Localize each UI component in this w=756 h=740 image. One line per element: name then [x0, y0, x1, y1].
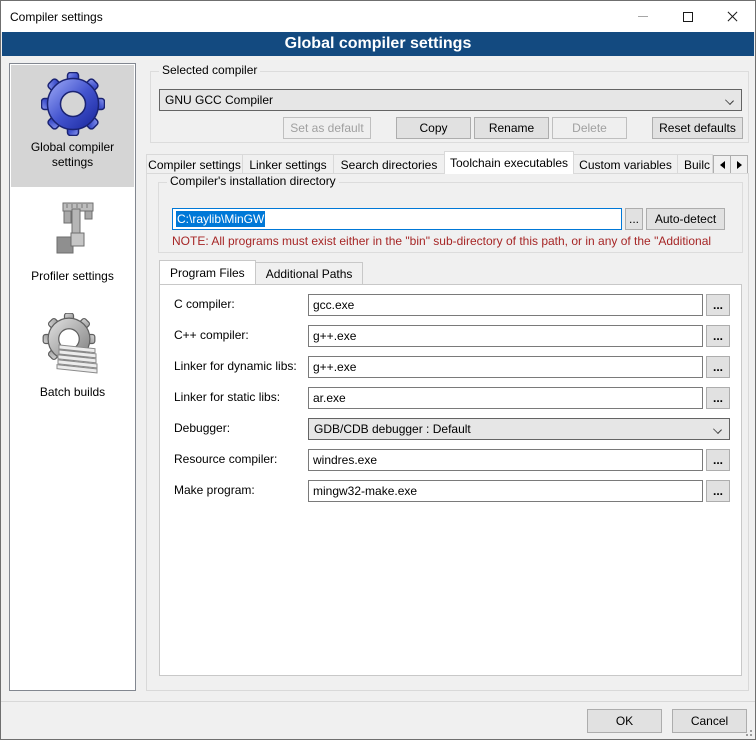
set-as-default-button[interactable]: Set as default — [283, 117, 371, 139]
gray-gear-stack-icon — [11, 301, 134, 377]
make-program-browse-button[interactable]: ... — [706, 480, 730, 502]
window-title: Compiler settings — [1, 10, 103, 24]
selected-compiler-group: Selected compiler GNU GCC Compiler Set a… — [150, 71, 749, 143]
close-button[interactable] — [710, 1, 755, 32]
field-row-linker-dynamic: Linker for dynamic libs: ... — [160, 356, 743, 378]
field-row-linker-static: Linker for static libs: ... — [160, 387, 743, 409]
sidebar-item-batch-builds[interactable]: Batch builds — [11, 301, 134, 421]
make-program-input[interactable] — [308, 480, 703, 502]
toolchain-executables-page: Compiler's installation directory C:\ray… — [146, 173, 749, 691]
reset-defaults-button[interactable]: Reset defaults — [652, 117, 743, 139]
compiler-select-value: GNU GCC Compiler — [165, 93, 273, 107]
resize-grip[interactable] — [742, 726, 752, 736]
c-compiler-label: C compiler: — [174, 297, 235, 311]
installation-directory-value: C:\raylib\MinGW — [176, 211, 265, 227]
titlebar: Compiler settings — [1, 1, 755, 32]
browse-directory-button[interactable]: ... — [625, 208, 643, 230]
installation-directory-input[interactable]: C:\raylib\MinGW — [172, 208, 622, 230]
tab-build-options-clipped[interactable]: Builc — [677, 154, 713, 174]
sidebar-item-profiler-settings[interactable]: Profiler settings — [11, 187, 134, 301]
footer-divider — [1, 701, 755, 702]
linker-dynamic-label: Linker for dynamic libs: — [174, 359, 297, 373]
cpp-compiler-input[interactable] — [308, 325, 703, 347]
installation-directory-group-label: Compiler's installation directory — [167, 174, 339, 188]
tab-custom-variables[interactable]: Custom variables — [573, 154, 678, 174]
chevron-down-icon — [713, 425, 722, 434]
debugger-select[interactable]: GDB/CDB debugger : Default — [308, 418, 730, 440]
sidebar-item-label: Global compiler — [11, 140, 134, 155]
linker-static-browse-button[interactable]: ... — [706, 387, 730, 409]
linker-static-label: Linker for static libs: — [174, 390, 280, 404]
rename-button[interactable]: Rename — [474, 117, 549, 139]
delete-button[interactable]: Delete — [552, 117, 627, 139]
program-files-page: C compiler: ... C++ compiler: ... Linker… — [159, 284, 742, 676]
bin-subdirectory-note: NOTE: All programs must exist either in … — [172, 234, 740, 248]
right-arrow-icon — [737, 161, 742, 169]
tab-linker-settings[interactable]: Linker settings — [242, 154, 334, 174]
sidebar-item-label: Batch builds — [11, 385, 134, 400]
maximize-button[interactable] — [665, 1, 710, 32]
debugger-select-value: GDB/CDB debugger : Default — [314, 422, 471, 436]
cpp-compiler-label: C++ compiler: — [174, 328, 249, 342]
tab-scroll-right-button[interactable] — [730, 155, 748, 174]
left-arrow-icon — [720, 161, 725, 169]
copy-button[interactable]: Copy — [396, 117, 471, 139]
ok-button[interactable]: OK — [587, 709, 662, 733]
blue-gear-icon — [11, 65, 134, 136]
minimize-button[interactable] — [620, 1, 665, 32]
tab-compiler-settings[interactable]: Compiler settings — [146, 154, 243, 174]
subtab-additional-paths[interactable]: Additional Paths — [255, 262, 364, 284]
selected-compiler-group-label: Selected compiler — [159, 63, 260, 77]
compiler-settings-dialog: Compiler settings Global compiler settin… — [0, 0, 756, 740]
settings-category-list: Global compiler settings — [9, 63, 136, 691]
page-title: Global compiler settings — [2, 32, 754, 56]
close-icon — [727, 11, 738, 22]
resource-compiler-label: Resource compiler: — [174, 452, 277, 466]
field-row-debugger: Debugger: GDB/CDB debugger : Default — [160, 418, 743, 440]
tab-toolchain-executables[interactable]: Toolchain executables — [444, 151, 574, 174]
caliper-icon — [11, 187, 134, 261]
linker-dynamic-browse-button[interactable]: ... — [706, 356, 730, 378]
make-program-label: Make program: — [174, 483, 255, 497]
field-row-make-program: Make program: ... — [160, 480, 743, 502]
sidebar-item-global-compiler-settings[interactable]: Global compiler settings — [11, 65, 134, 187]
chevron-down-icon — [725, 96, 734, 105]
field-row-cpp-compiler: C++ compiler: ... — [160, 325, 743, 347]
linker-dynamic-input[interactable] — [308, 356, 703, 378]
compiler-select[interactable]: GNU GCC Compiler — [159, 89, 742, 111]
tab-search-directories[interactable]: Search directories — [333, 154, 445, 174]
auto-detect-button[interactable]: Auto-detect — [646, 208, 725, 230]
subtab-program-files[interactable]: Program Files — [159, 260, 256, 284]
minimize-icon — [638, 16, 648, 17]
resource-compiler-input[interactable] — [308, 449, 703, 471]
resource-compiler-browse-button[interactable]: ... — [706, 449, 730, 471]
linker-static-input[interactable] — [308, 387, 703, 409]
maximize-icon — [683, 12, 693, 22]
tab-scroll-left-button[interactable] — [713, 155, 731, 174]
c-compiler-browse-button[interactable]: ... — [706, 294, 730, 316]
cpp-compiler-browse-button[interactable]: ... — [706, 325, 730, 347]
c-compiler-input[interactable] — [308, 294, 703, 316]
sidebar-item-label: Profiler settings — [11, 269, 134, 284]
cancel-button[interactable]: Cancel — [672, 709, 747, 733]
sidebar-item-label: settings — [11, 155, 134, 170]
field-row-c-compiler: C compiler: ... — [160, 294, 743, 316]
installation-directory-group: Compiler's installation directory C:\ray… — [158, 182, 743, 253]
debugger-label: Debugger: — [174, 421, 230, 435]
field-row-resource-compiler: Resource compiler: ... — [160, 449, 743, 471]
